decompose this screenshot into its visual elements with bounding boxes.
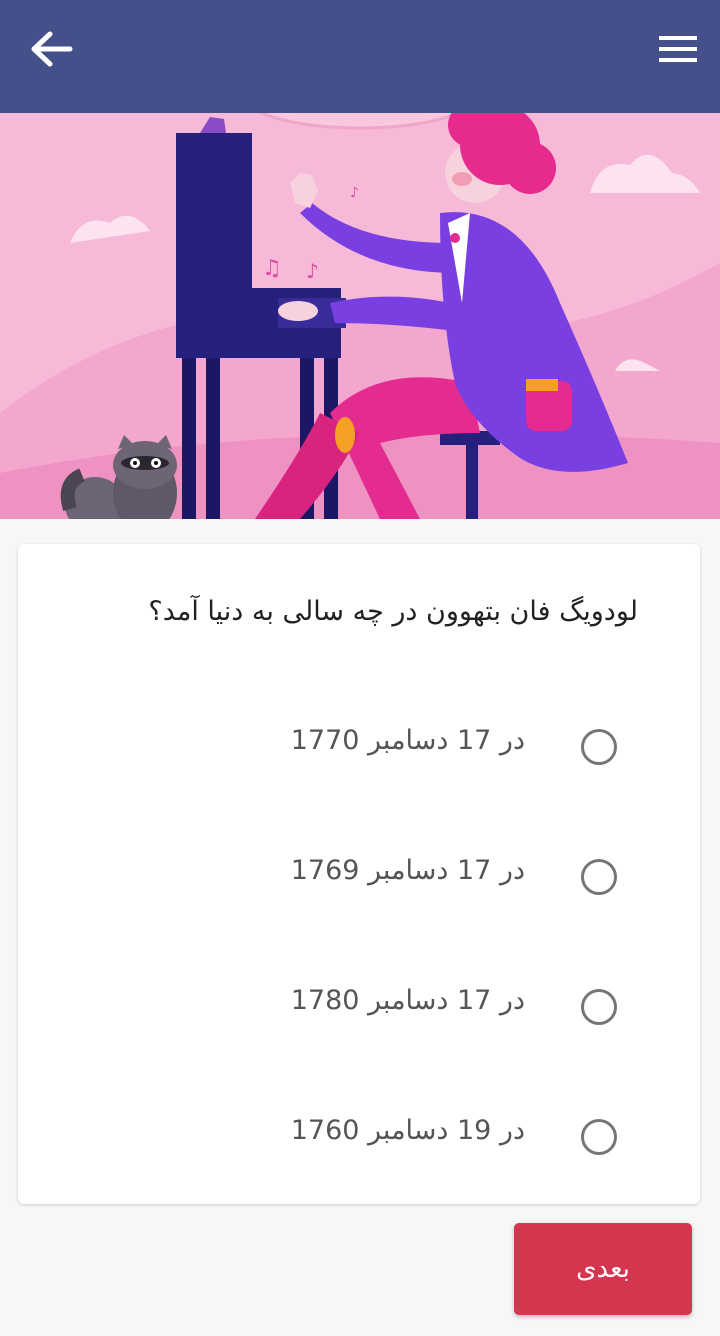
hero-illustration: ♫ ♪ ♪ [0, 113, 720, 519]
radio-button[interactable] [581, 1119, 617, 1155]
back-button[interactable] [26, 28, 78, 70]
radio-button[interactable] [581, 989, 617, 1025]
answer-option-1[interactable]: در 17 دسامبر 1770 [18, 707, 700, 797]
answer-label: در 17 دسامبر 1780 [290, 985, 525, 1016]
answer-option-4[interactable]: در 19 دسامبر 1760 [18, 1097, 700, 1187]
svg-text:♪: ♪ [350, 185, 359, 201]
question-card: لودویگ فان بتهوون در چه سالی به دنیا آمد… [18, 544, 700, 1204]
answer-label: در 17 دسامبر 1770 [290, 725, 525, 756]
question-text: لودویگ فان بتهوون در چه سالی به دنیا آمد… [148, 596, 638, 627]
radio-button[interactable] [581, 729, 617, 765]
pianist-illustration: ♫ ♪ ♪ [0, 113, 720, 519]
hamburger-menu-icon [659, 36, 697, 62]
answer-label: در 17 دسامبر 1769 [290, 855, 525, 886]
radio-button[interactable] [581, 859, 617, 895]
answer-option-3[interactable]: در 17 دسامبر 1780 [18, 967, 700, 1057]
app-bar [0, 0, 720, 113]
menu-button[interactable] [654, 30, 702, 70]
next-button[interactable]: بعدی [514, 1223, 692, 1315]
answer-option-2[interactable]: در 17 دسامبر 1769 [18, 837, 700, 927]
answer-label: در 19 دسامبر 1760 [290, 1115, 525, 1146]
svg-text:♪: ♪ [306, 259, 319, 283]
svg-text:♫: ♫ [262, 256, 282, 281]
arrow-left-icon [31, 31, 73, 67]
